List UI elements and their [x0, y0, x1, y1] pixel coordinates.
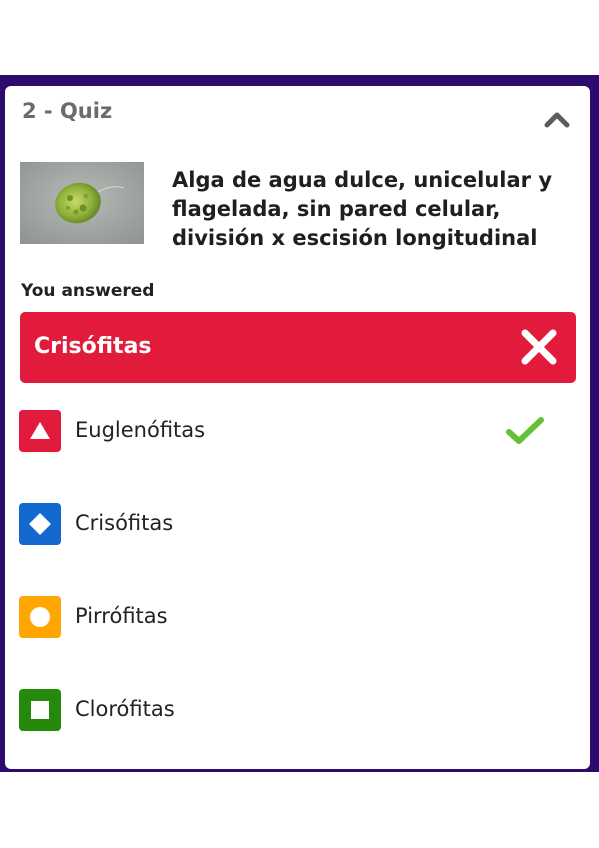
option-crisofitas: Crisófitas — [19, 503, 575, 547]
option-label: Crisófitas — [75, 511, 174, 535]
you-answered-label: You answered — [21, 281, 155, 301]
check-icon — [506, 417, 544, 444]
question-image — [20, 162, 144, 244]
square-icon — [19, 689, 61, 731]
triangle-icon — [19, 410, 61, 452]
option-label: Euglenófitas — [75, 418, 206, 442]
option-label: Clorófitas — [75, 697, 175, 721]
option-euglenofitas: Euglenófitas — [19, 410, 575, 454]
close-icon — [521, 329, 557, 365]
option-clorofitas: Clorófitas — [19, 689, 575, 733]
quiz-title: 2 - Quiz — [22, 99, 113, 123]
option-pirrofitas: Pirrófitas — [19, 596, 575, 640]
option-label: Pirrófitas — [75, 604, 168, 628]
quiz-card: 2 - Quiz Alga de agua dulce, unicelular … — [5, 86, 590, 769]
chevron-up-icon[interactable] — [543, 108, 571, 130]
diamond-icon — [19, 503, 61, 545]
question-text: Alga de agua dulce, unicelular y flagela… — [172, 168, 553, 250]
submitted-answer-label: Crisófitas — [34, 334, 152, 359]
euglena-icon — [20, 162, 144, 244]
submitted-answer-bar: Crisófitas — [20, 312, 576, 383]
circle-icon — [19, 596, 61, 638]
